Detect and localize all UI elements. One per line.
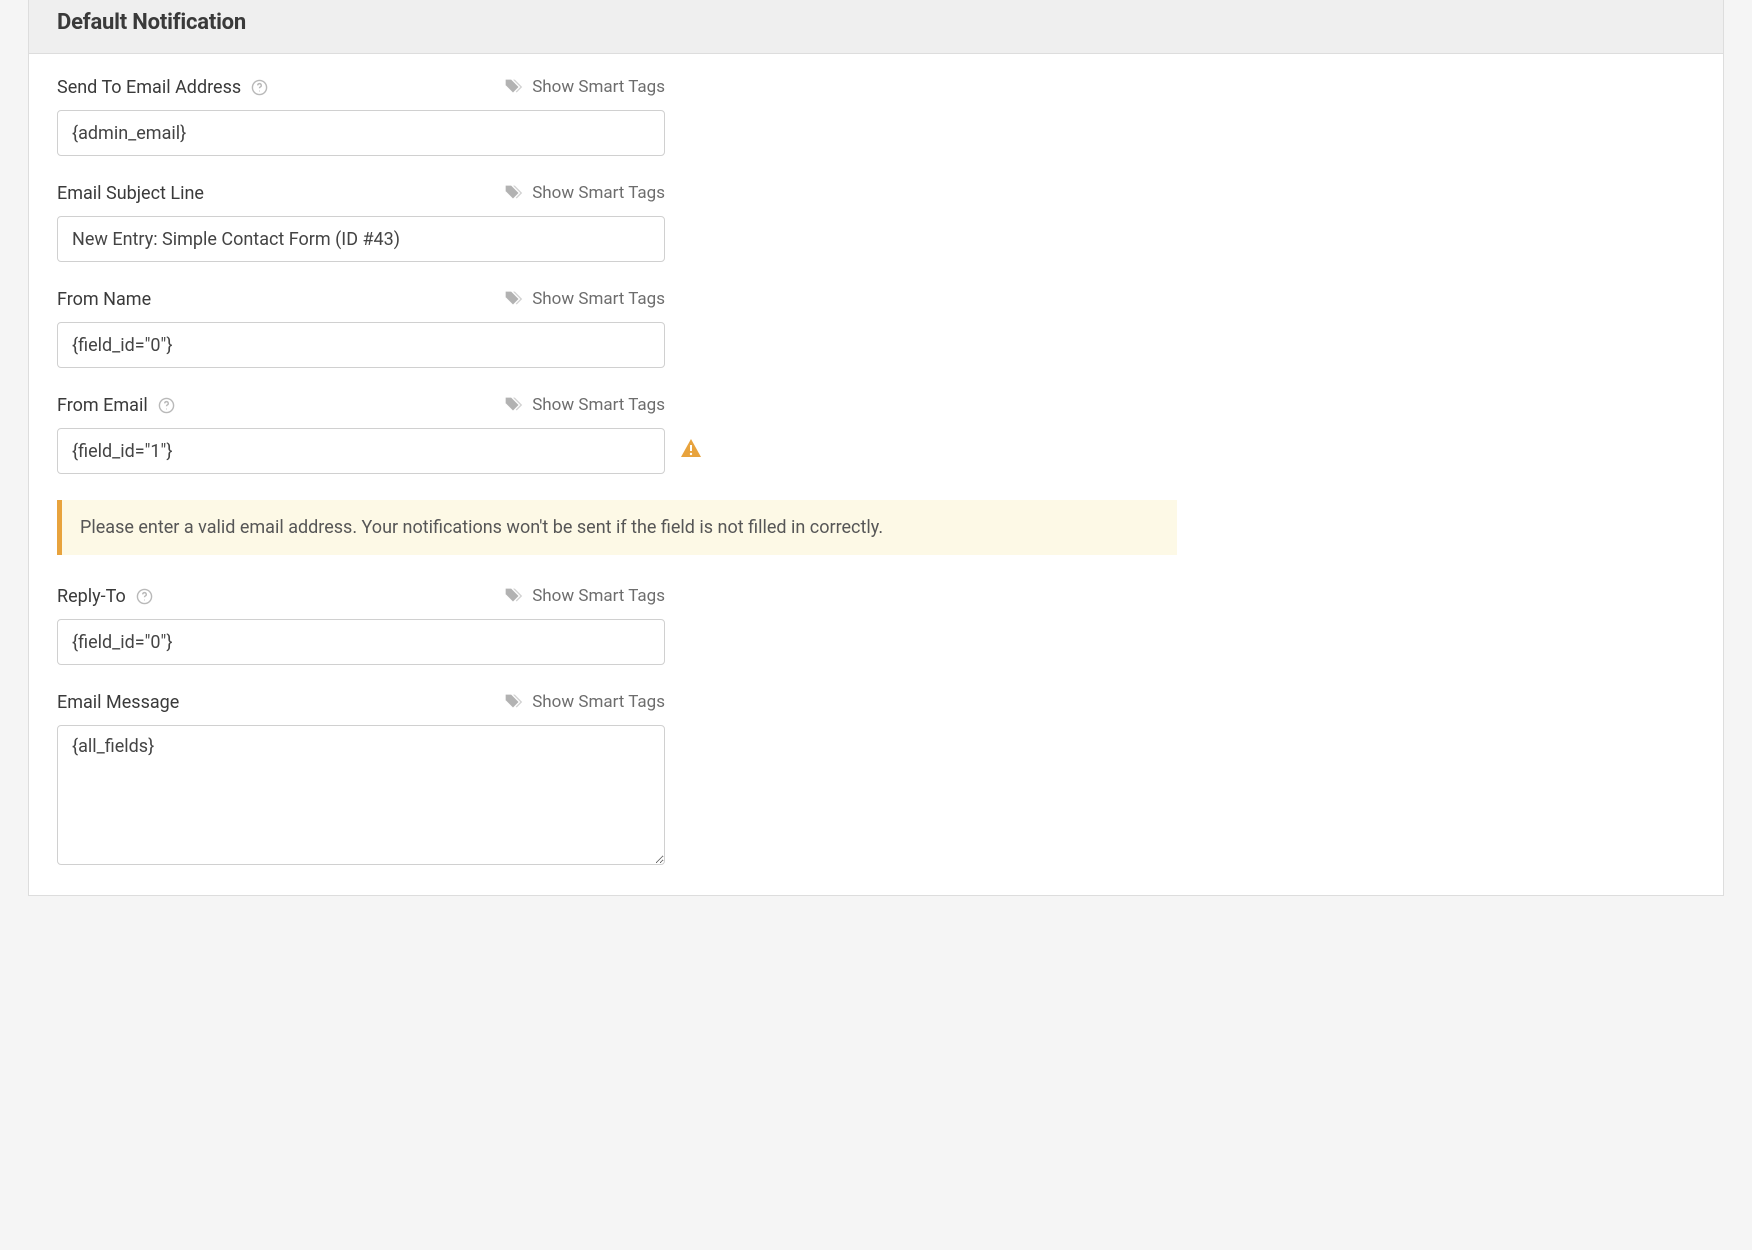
smart-tags-toggle[interactable]: Show Smart Tags: [502, 76, 665, 98]
notification-panel: Send To Email Address Show Smart Tags: [28, 54, 1724, 896]
panel-title: Default Notification: [57, 10, 1695, 35]
tags-icon: [502, 585, 524, 607]
smart-tags-toggle[interactable]: Show Smart Tags: [502, 182, 665, 204]
email-message-textarea[interactable]: [57, 725, 665, 865]
from-email-input[interactable]: [57, 428, 665, 474]
smart-tags-toggle[interactable]: Show Smart Tags: [502, 288, 665, 310]
email-message-label: Email Message: [57, 692, 179, 713]
smart-tags-label: Show Smart Tags: [532, 183, 665, 203]
from-name-input[interactable]: [57, 322, 665, 368]
field-email-message: Email Message Show Smart Tags: [57, 691, 1695, 869]
tags-icon: [502, 76, 524, 98]
help-icon[interactable]: [158, 397, 175, 414]
reply-to-input[interactable]: [57, 619, 665, 665]
smart-tags-label: Show Smart Tags: [532, 586, 665, 606]
tags-icon: [502, 691, 524, 713]
smart-tags-label: Show Smart Tags: [532, 692, 665, 712]
field-from-email: From Email Show Smart Tags: [57, 394, 1695, 474]
tags-icon: [502, 288, 524, 310]
alert-text: Please enter a valid email address. Your…: [80, 517, 883, 538]
tags-icon: [502, 182, 524, 204]
field-send-to: Send To Email Address Show Smart Tags: [57, 76, 1695, 156]
help-icon[interactable]: [251, 79, 268, 96]
from-email-label: From Email: [57, 395, 148, 416]
help-icon[interactable]: [136, 588, 153, 605]
tags-icon: [502, 394, 524, 416]
reply-to-label: Reply-To: [57, 586, 126, 607]
smart-tags-label: Show Smart Tags: [532, 77, 665, 97]
smart-tags-toggle[interactable]: Show Smart Tags: [502, 585, 665, 607]
field-reply-to: Reply-To Show Smart Tags: [57, 585, 1695, 665]
send-to-input[interactable]: [57, 110, 665, 156]
subject-label: Email Subject Line: [57, 183, 204, 204]
panel-header: Default Notification: [28, 0, 1724, 54]
warning-icon: [679, 437, 703, 465]
from-email-alert: Please enter a valid email address. Your…: [57, 500, 1177, 555]
field-subject: Email Subject Line Show Smart Tags: [57, 182, 1695, 262]
smart-tags-label: Show Smart Tags: [532, 289, 665, 309]
smart-tags-toggle[interactable]: Show Smart Tags: [502, 394, 665, 416]
from-name-label: From Name: [57, 289, 151, 310]
smart-tags-label: Show Smart Tags: [532, 395, 665, 415]
smart-tags-toggle[interactable]: Show Smart Tags: [502, 691, 665, 713]
send-to-label: Send To Email Address: [57, 77, 241, 98]
subject-input[interactable]: [57, 216, 665, 262]
field-from-name: From Name Show Smart Tags: [57, 288, 1695, 368]
